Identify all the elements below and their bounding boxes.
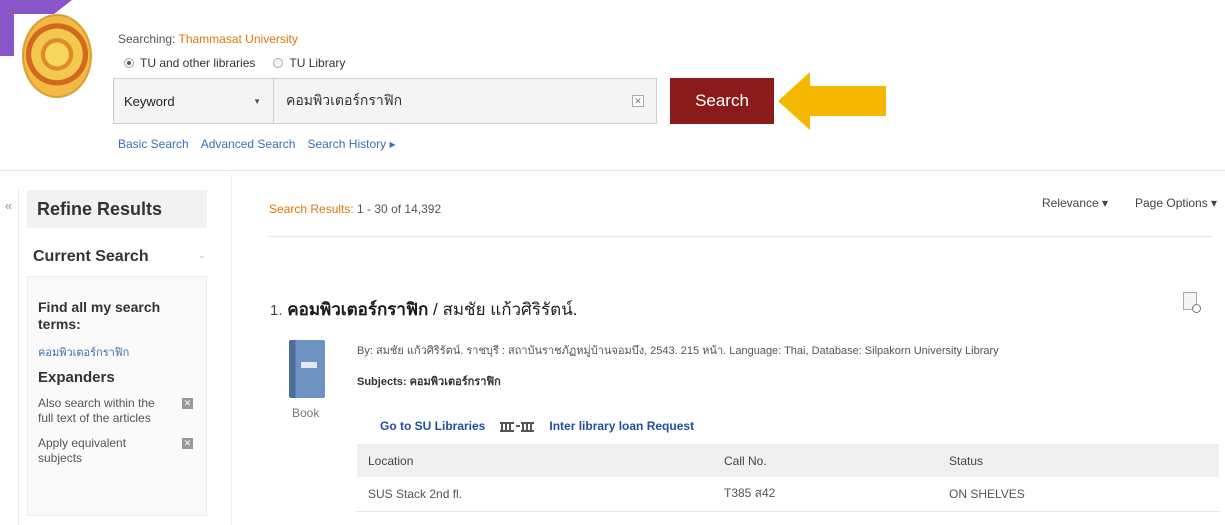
table-header-row: Location Call No. Status — [357, 444, 1219, 477]
scope-tu-library[interactable]: TU Library — [273, 56, 345, 70]
arrow-pointer-icon — [778, 72, 886, 130]
searching-label: Searching: Thammasat University — [118, 32, 298, 46]
search-input[interactable]: คอมพิวเตอร์กราฟิก ✕ — [274, 79, 656, 123]
current-search-panel: Find all my search terms: คอมพิวเตอร์กรา… — [27, 276, 207, 516]
sort-relevance-dropdown[interactable]: Relevance ▾ — [1042, 196, 1108, 210]
chevron-down-icon[interactable]: ⌄ — [198, 250, 206, 261]
table-row: SUS Stack 2nd fl. T385 ส42 ON SHELVES — [357, 477, 1219, 512]
university-logo — [22, 14, 92, 98]
refine-results-title: Refine Results — [27, 190, 207, 228]
status-cell: ON SHELVES — [938, 477, 1219, 512]
remove-icon[interactable]: ✕ — [182, 398, 193, 409]
expanders-heading: Expanders — [38, 369, 115, 386]
results-divider — [269, 236, 1213, 237]
format-label: Book — [292, 406, 320, 420]
radio-unselected-icon[interactable] — [273, 58, 284, 68]
expander-label: Apply equivalent subjects — [38, 436, 127, 465]
advanced-search-link[interactable]: Advanced Search — [201, 137, 296, 151]
radio-selected-icon[interactable] — [124, 58, 134, 68]
preview-icon[interactable] — [1183, 292, 1201, 313]
scope-label: TU and other libraries — [140, 56, 256, 70]
chevron-down-icon: ▼ — [253, 96, 261, 106]
search-box: Keyword ▼ คอมพิวเตอร์กราฟิก ✕ — [113, 78, 657, 124]
sidebar-border — [18, 190, 19, 525]
basic-search-link[interactable]: Basic Search — [118, 137, 189, 151]
expander-label: Also search within the full text of the … — [38, 396, 155, 425]
results-summary: Search Results: 1 - 30 of 14,392 — [269, 202, 441, 216]
library-icon — [500, 422, 535, 432]
search-term-link[interactable]: คอมพิวเตอร์กราฟิก — [38, 343, 198, 361]
result-title-link[interactable]: คอมพิวเตอร์กราฟิก — [287, 300, 428, 319]
holdings-links: Go to SU Libraries Inter library loan Re… — [380, 419, 694, 433]
scope-label: TU Library — [289, 56, 346, 70]
sidebar-border — [231, 175, 232, 525]
current-search-heading[interactable]: Current Search — [33, 248, 149, 266]
result-subjects: Subjects: คอมพิวเตอร์กราฟิก — [357, 376, 501, 388]
search-links: Basic Search Advanced Search Search Hist… — [118, 137, 396, 151]
search-scope: TU and other libraries TU Library — [124, 56, 345, 70]
column-header-call-no: Call No. — [713, 444, 938, 477]
clear-icon[interactable]: ✕ — [632, 95, 644, 107]
corner-accent-top — [0, 0, 72, 14]
results-summary-label: Search Results: — [269, 202, 354, 216]
location-cell: SUS Stack 2nd fl. — [357, 477, 713, 512]
collapse-sidebar-icon[interactable]: « — [5, 198, 12, 213]
page-options-dropdown[interactable]: Page Options ▾ — [1135, 196, 1217, 210]
find-all-terms-label: Find all my search terms: — [38, 299, 161, 332]
expander-item: Apply equivalent subjects ✕ — [38, 436, 198, 466]
search-field-select[interactable]: Keyword ▼ — [114, 79, 274, 123]
go-to-su-libraries-link[interactable]: Go to SU Libraries — [380, 419, 485, 433]
search-button[interactable]: Search — [670, 78, 774, 124]
institution-name[interactable]: Thammasat University — [179, 32, 298, 46]
column-header-location: Location — [357, 444, 713, 477]
results-summary-range: 1 - 30 of 14,392 — [357, 202, 442, 216]
call-no-cell: T385 ส42 — [713, 477, 938, 512]
search-history-link[interactable]: Search History ▸ — [307, 137, 395, 151]
result-title: 1. คอมพิวเตอร์กราฟิก / สมชัย แก้วศิริรัต… — [270, 296, 578, 323]
search-query-text: คอมพิวเตอร์กราฟิก — [286, 92, 403, 108]
book-icon — [289, 340, 325, 398]
result-author: / สมชัย แก้วศิริรัตน์. — [428, 300, 578, 319]
remove-icon[interactable]: ✕ — [182, 438, 193, 449]
inter-library-loan-link[interactable]: Inter library loan Request — [549, 419, 694, 433]
field-select-value: Keyword — [124, 93, 175, 109]
column-header-status: Status — [938, 444, 1219, 477]
scope-tu-and-other[interactable]: TU and other libraries — [124, 56, 255, 70]
searching-prefix: Searching: — [118, 32, 176, 46]
expander-item: Also search within the full text of the … — [38, 396, 198, 426]
result-byline: By: สมชัย แก้วศิริรัตน์. ราชบุรี : สถาบั… — [357, 345, 999, 357]
holdings-table: Location Call No. Status SUS Stack 2nd f… — [357, 444, 1219, 512]
header-divider — [0, 170, 1225, 171]
result-number: 1. — [270, 302, 283, 319]
